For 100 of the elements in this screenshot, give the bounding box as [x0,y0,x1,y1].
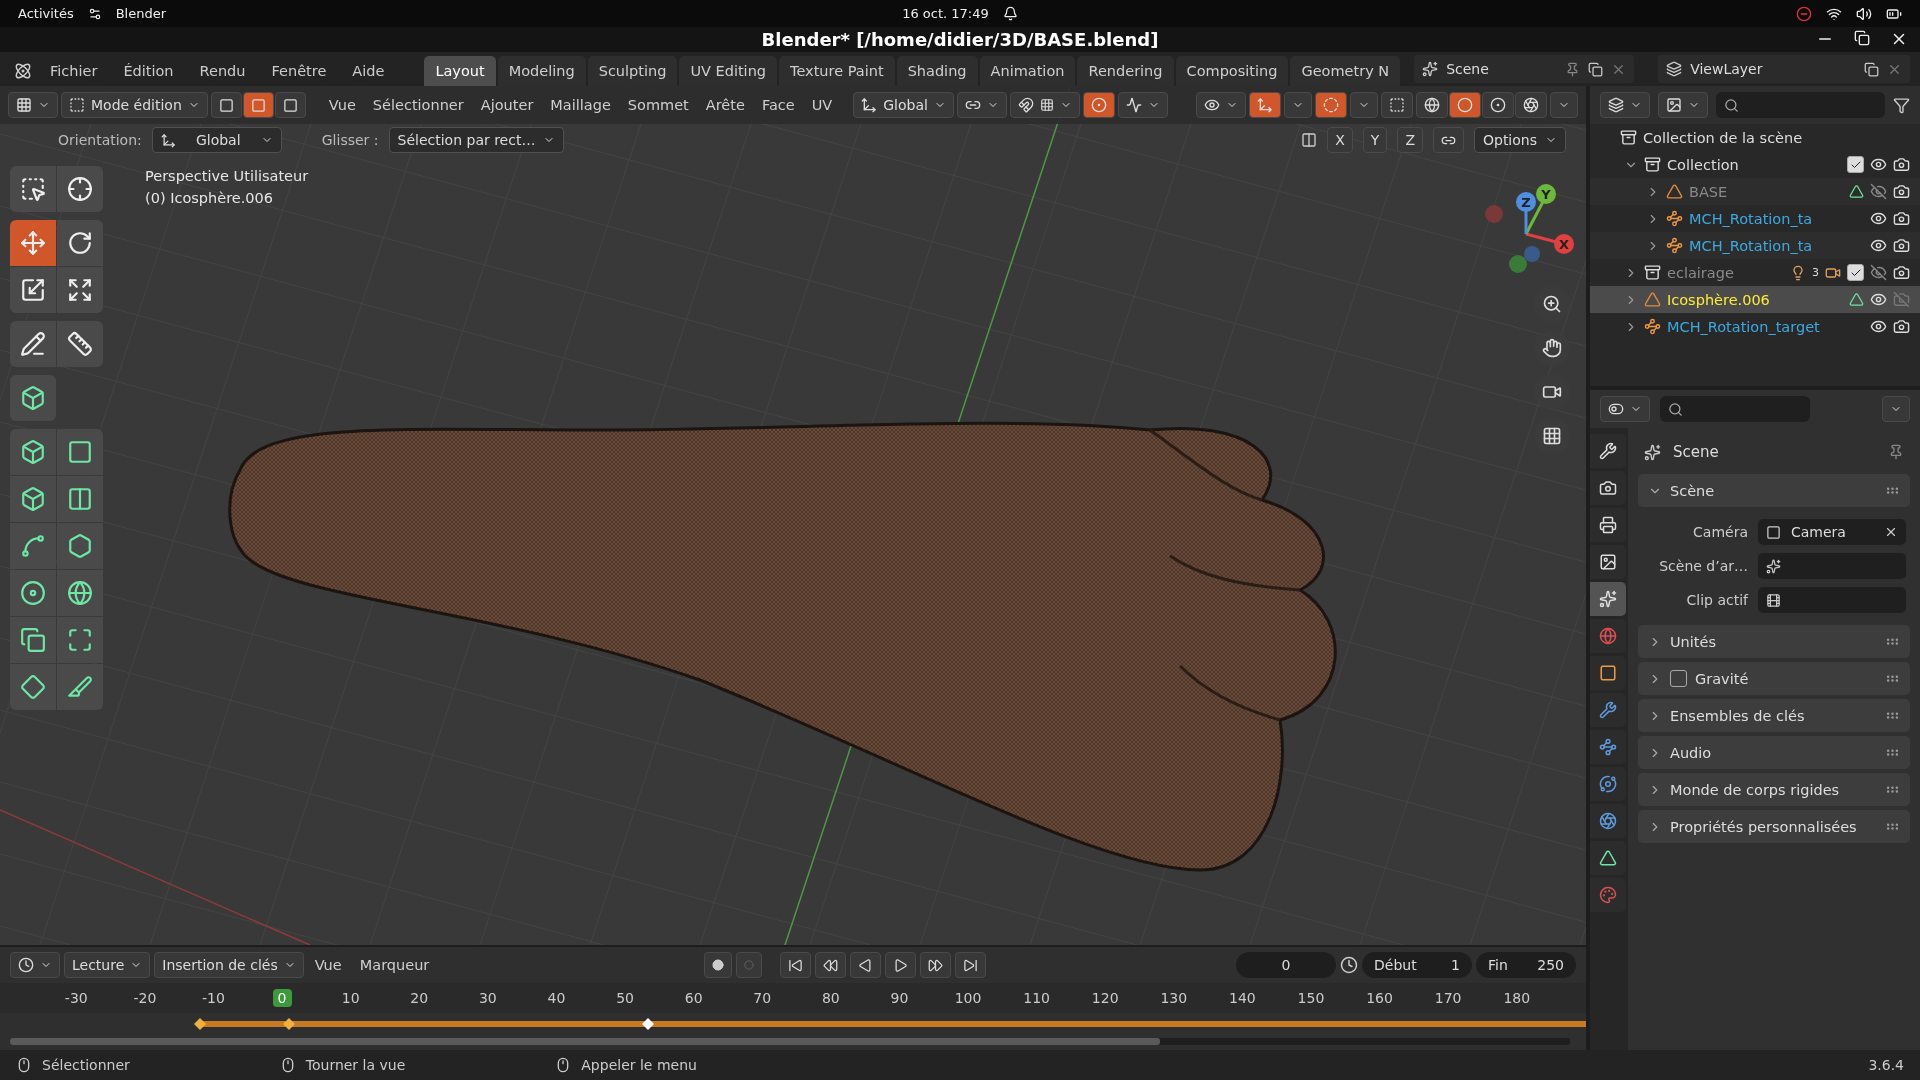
clock[interactable]: 16 oct. 17:49 [902,6,989,21]
panel-header[interactable]: Scène [1638,474,1910,507]
view-layer-selector[interactable]: ViewLayer [1658,55,1911,83]
panel-title: Propriétés personnalisées [1670,818,1858,835]
menu-item[interactable]: Fenêtre [259,56,339,86]
start-frame-field[interactable]: Début 1 [1362,952,1472,978]
scene-name: Scene [1446,61,1490,77]
workspace-tab[interactable]: UV Editing [679,56,778,86]
ruler-label: 70 [752,989,773,1007]
workspace-tab[interactable]: Layout [424,56,496,86]
ruler-label: 150 [1296,989,1326,1007]
ruler-label: 80 [820,989,841,1007]
orientation-label: Orientation: [58,132,142,148]
ruler-label: 140 [1228,989,1257,1007]
object-field[interactable]: Camera [1758,519,1906,545]
current-frame-field[interactable]: 0 [1236,952,1336,978]
mode-dropdown[interactable]: Mode édition [61,92,208,118]
viewport-menu-item[interactable]: Face [754,97,802,113]
start-label: Début [1374,957,1417,973]
timeline-dropdown[interactable]: Lecture [64,952,151,978]
ruler-label: 180 [1502,989,1532,1007]
window-title: Blender* [/home/didier/3D/BASE.blend] [761,29,1159,50]
activities-button[interactable]: Activités [18,6,74,21]
mirror-axis-button[interactable]: X [1327,127,1353,153]
ruler-label: 130 [1159,989,1189,1007]
panel-header[interactable]: Propriétés personnalisées [1638,810,1910,843]
panel-header[interactable]: Audio [1638,736,1910,769]
panel-title: Unités [1670,633,1717,650]
workspace-tab[interactable]: Geometry N [1290,56,1401,86]
ruler-label: 120 [1090,989,1120,1007]
field-value: Camera [1791,524,1847,540]
app-name[interactable]: Blender [115,6,167,21]
field-label: Clip actif [1686,592,1748,608]
ruler-label: 90 [889,989,910,1007]
timeline-dropdown[interactable]: Insertion de clés [154,952,304,978]
workspace-tab[interactable]: Rendering [1077,56,1174,86]
mirror-axis-button[interactable]: Y [1362,127,1388,153]
workspace-tab[interactable]: Compositing [1175,56,1289,86]
viewport-menu-item[interactable]: Arête [698,97,752,113]
panel-title: Scène [1670,482,1716,499]
panel-header[interactable]: Unités [1638,625,1910,658]
viewport-menu-item[interactable]: Sélectionner [365,97,471,113]
field-label: Scène d’ar… [1659,558,1748,574]
orientation-select[interactable]: Global [151,127,282,153]
ruler-label: -20 [132,989,158,1007]
orientation-dropdown[interactable]: Global [853,92,954,118]
panel-header[interactable]: Ensembles de clés [1638,699,1910,732]
drag-label: Glisser : [321,132,379,148]
menu-item[interactable]: Aide [340,56,397,86]
version-label: 3.6.4 [1868,1057,1904,1073]
end-label: Fin [1488,957,1508,973]
playhead-frame[interactable]: 0 [272,989,292,1007]
viewport-menu-item[interactable]: Maillage [543,97,618,113]
panel-header[interactable]: Gravité [1638,662,1910,695]
viewport-menu-item[interactable]: UV [804,97,840,113]
outliner-row[interactable]: Icosphère.006 [1590,286,1920,313]
panel-title: Monde de corps rigides [1670,781,1841,798]
outliner-item-name: MCH_Rotation_ta [1689,237,1814,254]
end-value: 250 [1537,957,1564,973]
workspace-tab[interactable]: Sculpting [587,56,678,86]
outliner-item-name: MCH_Rotation_target [1667,318,1821,335]
workspace-tab[interactable]: Texture Paint [779,56,895,86]
field-label: Caméra [1693,524,1748,540]
outliner-row[interactable]: BASE [1590,178,1920,205]
panel-title: Audio [1670,744,1713,761]
status-hint: Tourner la vue [305,1057,406,1073]
status-hint: Sélectionner [42,1057,130,1073]
menu-item[interactable]: Rendu [187,56,258,86]
end-frame-field[interactable]: Fin 250 [1476,952,1576,978]
panel-title: Ensembles de clés [1670,707,1806,724]
ruler-label: 40 [546,989,567,1007]
mirror-axis-button[interactable]: Z [1397,127,1423,153]
timeline-menu-item[interactable]: Marqueur [352,957,437,973]
menu-item[interactable]: Édition [111,56,186,86]
viewport-menu-item[interactable]: Vue [321,97,363,113]
scene-selector[interactable]: Scene [1414,55,1635,83]
ruler-label: 100 [953,989,983,1007]
ruler-label: 20 [409,989,430,1007]
outliner-item-name: BASE [1689,183,1729,200]
ruler-label: 170 [1433,989,1463,1007]
viewport-info-text: (0) Icosphère.006 [145,190,274,206]
viewport-menu-item[interactable]: Ajouter [473,97,541,113]
axis-gizmo[interactable]: X Y Z [1476,174,1576,274]
ruler-label: 50 [615,989,635,1007]
workspace-tab[interactable]: Animation [979,56,1076,86]
ruler-label: 160 [1365,989,1394,1007]
menu-item[interactable]: Fichier [38,56,110,86]
outliner-row[interactable]: MCH_Rotation_ta [1590,232,1920,259]
workspace-tab[interactable]: Modeling [497,56,586,86]
light-count: 3 [1812,266,1819,279]
outliner-item-name: Collection [1667,156,1740,173]
workspace-tab[interactable]: Shading [896,56,978,86]
ruler-label: 10 [340,989,361,1007]
ruler-label: -10 [201,989,226,1007]
panel-header[interactable]: Monde de corps rigides [1638,773,1910,806]
options-dropdown[interactable]: Options [1473,127,1566,153]
drag-select[interactable]: Sélection par rect… [388,127,565,153]
timeline-menu-item[interactable]: Vue [307,957,349,973]
ruler-label: 30 [477,989,498,1007]
viewport-menu-item[interactable]: Sommet [620,97,696,113]
